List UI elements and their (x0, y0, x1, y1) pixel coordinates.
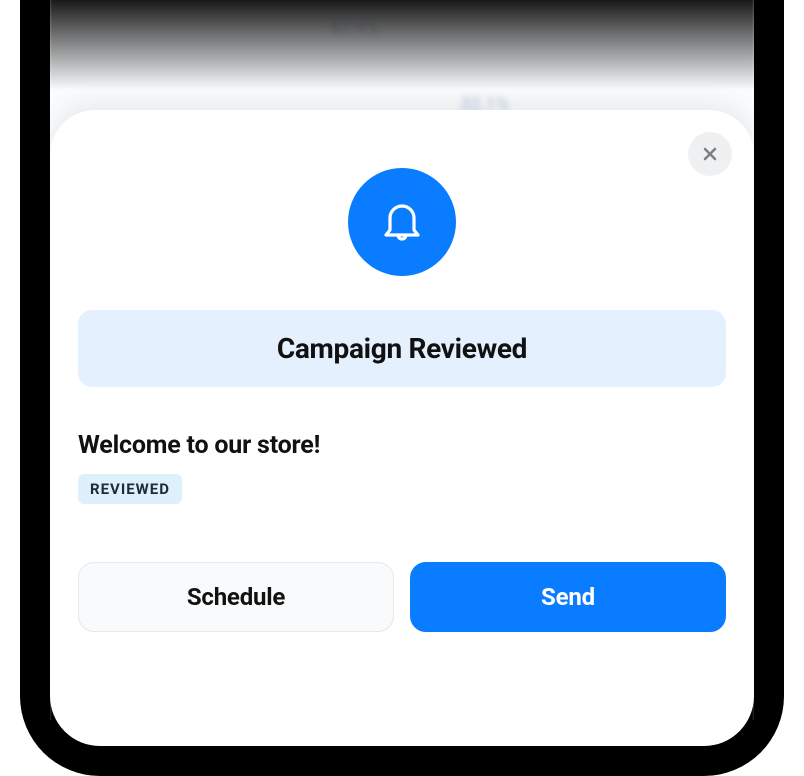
background-stat-1: 57.1% (330, 18, 379, 39)
campaign-name: Welcome to our store! (78, 431, 726, 460)
device-frame: 57.1% 32.1% Campaign Reviewed Welcome to… (0, 0, 804, 776)
button-row: Schedule Send (78, 562, 726, 632)
modal-title: Campaign Reviewed (98, 332, 706, 365)
notification-icon-circle (348, 168, 456, 276)
close-button[interactable] (688, 132, 732, 176)
screen: 57.1% 32.1% Campaign Reviewed Welcome to… (50, 0, 754, 746)
bell-icon (378, 198, 426, 246)
status-badge: REVIEWED (78, 474, 182, 504)
schedule-button[interactable]: Schedule (78, 562, 394, 632)
close-icon (700, 144, 720, 164)
title-banner: Campaign Reviewed (78, 310, 726, 387)
modal-sheet: Campaign Reviewed Welcome to our store! … (50, 110, 754, 746)
send-button[interactable]: Send (410, 562, 726, 632)
